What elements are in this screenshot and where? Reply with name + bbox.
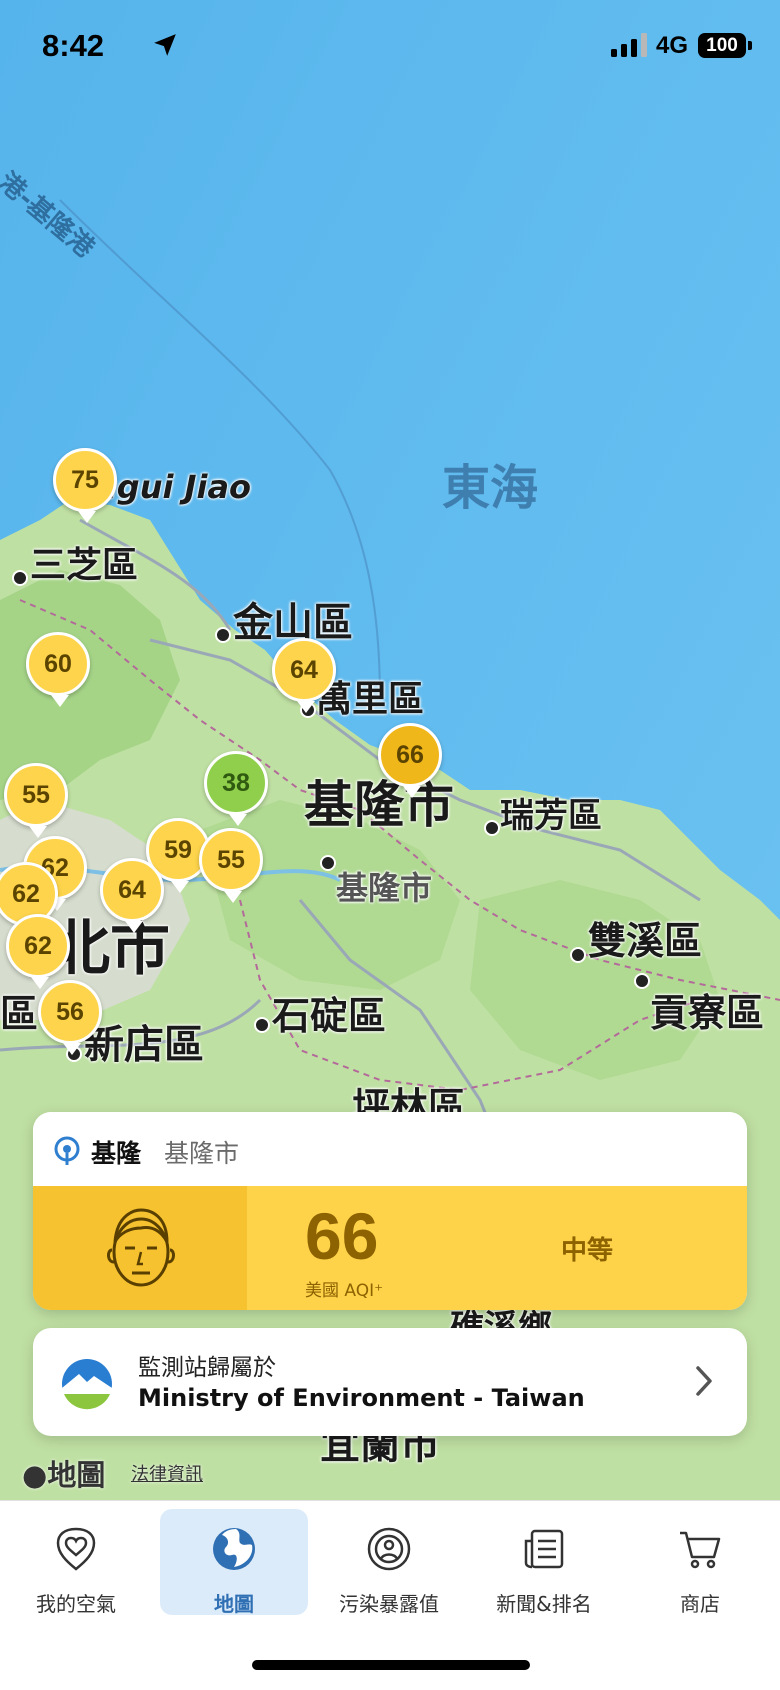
status-bar: 8:42 4G 100 — [0, 0, 780, 100]
cape-label: ugui Jiao — [94, 468, 252, 506]
keelung-small-dot — [320, 855, 336, 871]
network-type: 4G — [656, 32, 689, 59]
source-org: Ministry of Environment - Taiwan — [138, 1384, 585, 1412]
district-edge-label: 區 — [0, 992, 39, 1036]
aqi-pin[interactable]: 38 — [204, 751, 268, 826]
globe-icon — [213, 1528, 255, 1570]
sanzhi-label: 三芝區 — [30, 545, 139, 586]
tab-label: 我的空氣 — [36, 1592, 116, 1616]
aqi-pin[interactable]: 55 — [4, 763, 68, 838]
location-arrow-icon — [154, 34, 176, 56]
tab-label: 商店 — [680, 1592, 720, 1616]
ruifang-label: 瑞芳區 — [500, 796, 602, 836]
station-pin-icon — [54, 1136, 80, 1165]
station-card[interactable]: 基隆 基隆市 66 美國 AQI⁺ 中等 — [33, 1112, 747, 1310]
xindian-label: 新店區 — [84, 1022, 204, 1068]
cellular-signal-icon — [611, 33, 647, 57]
aqi-unit-label: 美國 AQI⁺ — [305, 1281, 384, 1301]
ruifang-dot — [484, 820, 500, 836]
aqi-level: 中等 — [561, 1236, 614, 1266]
aqi-value: 66 — [305, 1199, 379, 1273]
news-icon — [524, 1529, 564, 1569]
aqi-pin[interactable]: 55 — [199, 828, 263, 903]
tab-label: 新聞&排名 — [496, 1592, 592, 1616]
shiding-label: 石碇區 — [272, 994, 387, 1038]
aqi-panel: 66 美國 AQI⁺ 中等 — [33, 1186, 747, 1310]
source-label: 監測站歸屬於 — [138, 1355, 276, 1381]
shuangxi-label: 雙溪區 — [588, 919, 703, 963]
aqi-pin[interactable]: 56 — [38, 980, 102, 1055]
tab-news[interactable]: 新聞&排名 — [470, 1509, 618, 1616]
tab-my-air[interactable]: 我的空氣 — [2, 1509, 150, 1616]
tab-shop[interactable]: 商店 — [626, 1509, 774, 1616]
face-zone — [33, 1186, 247, 1310]
legal-link[interactable]: 法律資訊 — [131, 1460, 203, 1486]
jinshan-dot — [215, 627, 231, 643]
apple-maps-logo: ●地圖 — [22, 1452, 105, 1494]
apple-icon: ● — [22, 1458, 48, 1492]
source-card[interactable]: 監測站歸屬於 Ministry of Environment - Taiwan — [33, 1328, 747, 1436]
sanzhi-dot — [12, 570, 28, 586]
shuangxi-dot — [570, 947, 586, 963]
heart-pin-icon — [56, 1527, 96, 1571]
battery-nub — [748, 41, 752, 50]
aqi-pin[interactable]: 60 — [26, 632, 90, 707]
tab-label: 地圖 — [214, 1592, 254, 1616]
exposure-icon — [367, 1527, 411, 1571]
aqi-pin[interactable]: 66 — [378, 723, 442, 798]
shiding-dot — [254, 1017, 270, 1033]
face-moderate-icon — [107, 1208, 175, 1287]
battery-icon: 100 — [698, 33, 746, 58]
aqi-pin[interactable]: 62 — [6, 914, 70, 989]
aqi-pin[interactable]: 64 — [100, 858, 164, 933]
station-city: 基隆市 — [164, 1139, 240, 1168]
gongliao-label: 貢寮區 — [650, 991, 765, 1035]
chevron-right-icon — [696, 1366, 712, 1396]
keelung-label-small: 基隆市 — [336, 869, 433, 907]
apple-maps-text: 地圖 — [47, 1458, 106, 1492]
gongliao-dot — [634, 973, 650, 989]
aqi-pin[interactable]: 64 — [272, 638, 336, 713]
cart-icon — [680, 1531, 721, 1569]
station-name: 基隆 — [91, 1139, 142, 1168]
tab-label: 污染暴露值 — [339, 1592, 439, 1616]
station-card-header: 基隆 基隆市 — [33, 1112, 747, 1186]
aqi-pin[interactable]: 75 — [53, 448, 117, 523]
ministry-logo-icon — [62, 1359, 112, 1410]
east-sea-label: 東海 — [442, 460, 539, 516]
tab-exposure[interactable]: 污染暴露值 — [315, 1509, 463, 1616]
tab-map[interactable]: 地圖 — [160, 1509, 308, 1616]
home-indicator — [252, 1660, 530, 1670]
status-time: 8:42 — [42, 28, 105, 63]
